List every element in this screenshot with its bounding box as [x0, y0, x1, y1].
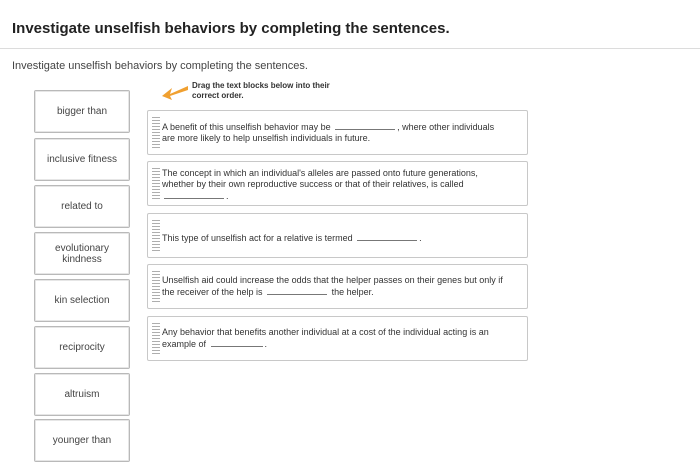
blank-drop-zone[interactable]: [335, 121, 396, 130]
drag-handle-icon[interactable]: [152, 168, 160, 199]
blank-drop-zone[interactable]: [357, 232, 418, 241]
word-bank-item[interactable]: related to: [34, 185, 130, 228]
arrow-icon: [162, 86, 188, 100]
instructions-text: Investigate unselfish behaviors by compl…: [12, 60, 308, 72]
sentence-card[interactable]: A benefit of this unselfish behavior may…: [147, 110, 528, 155]
drag-handle-icon[interactable]: [152, 323, 160, 354]
sentence-card[interactable]: The concept in which an individual's all…: [147, 161, 528, 206]
blank-drop-zone[interactable]: [267, 286, 328, 295]
word-bank-item[interactable]: reciprocity: [34, 326, 130, 369]
sentence-text: The concept in which an individual's all…: [162, 168, 478, 201]
drag-handle-icon[interactable]: [152, 117, 160, 148]
page-title: Investigate unselfish behaviors by compl…: [12, 20, 450, 37]
word-bank-item[interactable]: altruism: [34, 373, 130, 416]
word-bank-item-label: altruism: [64, 389, 100, 400]
drag-handle-icon[interactable]: [152, 271, 160, 302]
word-bank-item-label: evolutionary kindness: [55, 242, 109, 265]
word-bank-item-label: inclusive fitness: [46, 154, 118, 165]
drag-hint-line1: Drag the text blocks below into their: [192, 81, 330, 90]
word-bank-item[interactable]: younger than: [34, 419, 130, 462]
sentence-text: Unselfish aid could increase the odds th…: [162, 275, 503, 297]
word-bank-item[interactable]: inclusive fitness: [34, 138, 130, 181]
word-bank-item-label: bigger than: [56, 106, 108, 117]
word-bank-item-label: younger than: [52, 435, 112, 446]
blank-drop-zone[interactable]: [210, 338, 263, 347]
divider: [0, 48, 700, 49]
word-bank-item-label: reciprocity: [59, 342, 105, 353]
word-bank-item[interactable]: evolutionary kindness: [34, 232, 130, 275]
word-bank-item[interactable]: kin selection: [34, 279, 130, 322]
sentence-card[interactable]: Unselfish aid could increase the odds th…: [147, 264, 528, 309]
drag-handle-icon[interactable]: [152, 220, 160, 251]
blank-drop-zone[interactable]: [164, 190, 224, 199]
sentence-card[interactable]: Any behavior that benefits another indiv…: [147, 316, 528, 361]
sentence-text: A benefit of this unselfish behavior may…: [162, 121, 495, 143]
word-bank-item[interactable]: bigger than: [34, 90, 130, 133]
word-bank-item-label: related to: [61, 201, 103, 212]
word-bank-item-label: kin selection: [54, 295, 110, 306]
sentence-text: Any behavior that benefits another indiv…: [162, 327, 489, 349]
drag-hint-line2: correct order.: [192, 91, 244, 100]
sentence-card[interactable]: This type of unselfish act for a relativ…: [147, 213, 528, 258]
drag-hint: Drag the text blocks below into their co…: [192, 81, 362, 101]
sentence-text: This type of unselfish act for a relativ…: [162, 232, 422, 243]
